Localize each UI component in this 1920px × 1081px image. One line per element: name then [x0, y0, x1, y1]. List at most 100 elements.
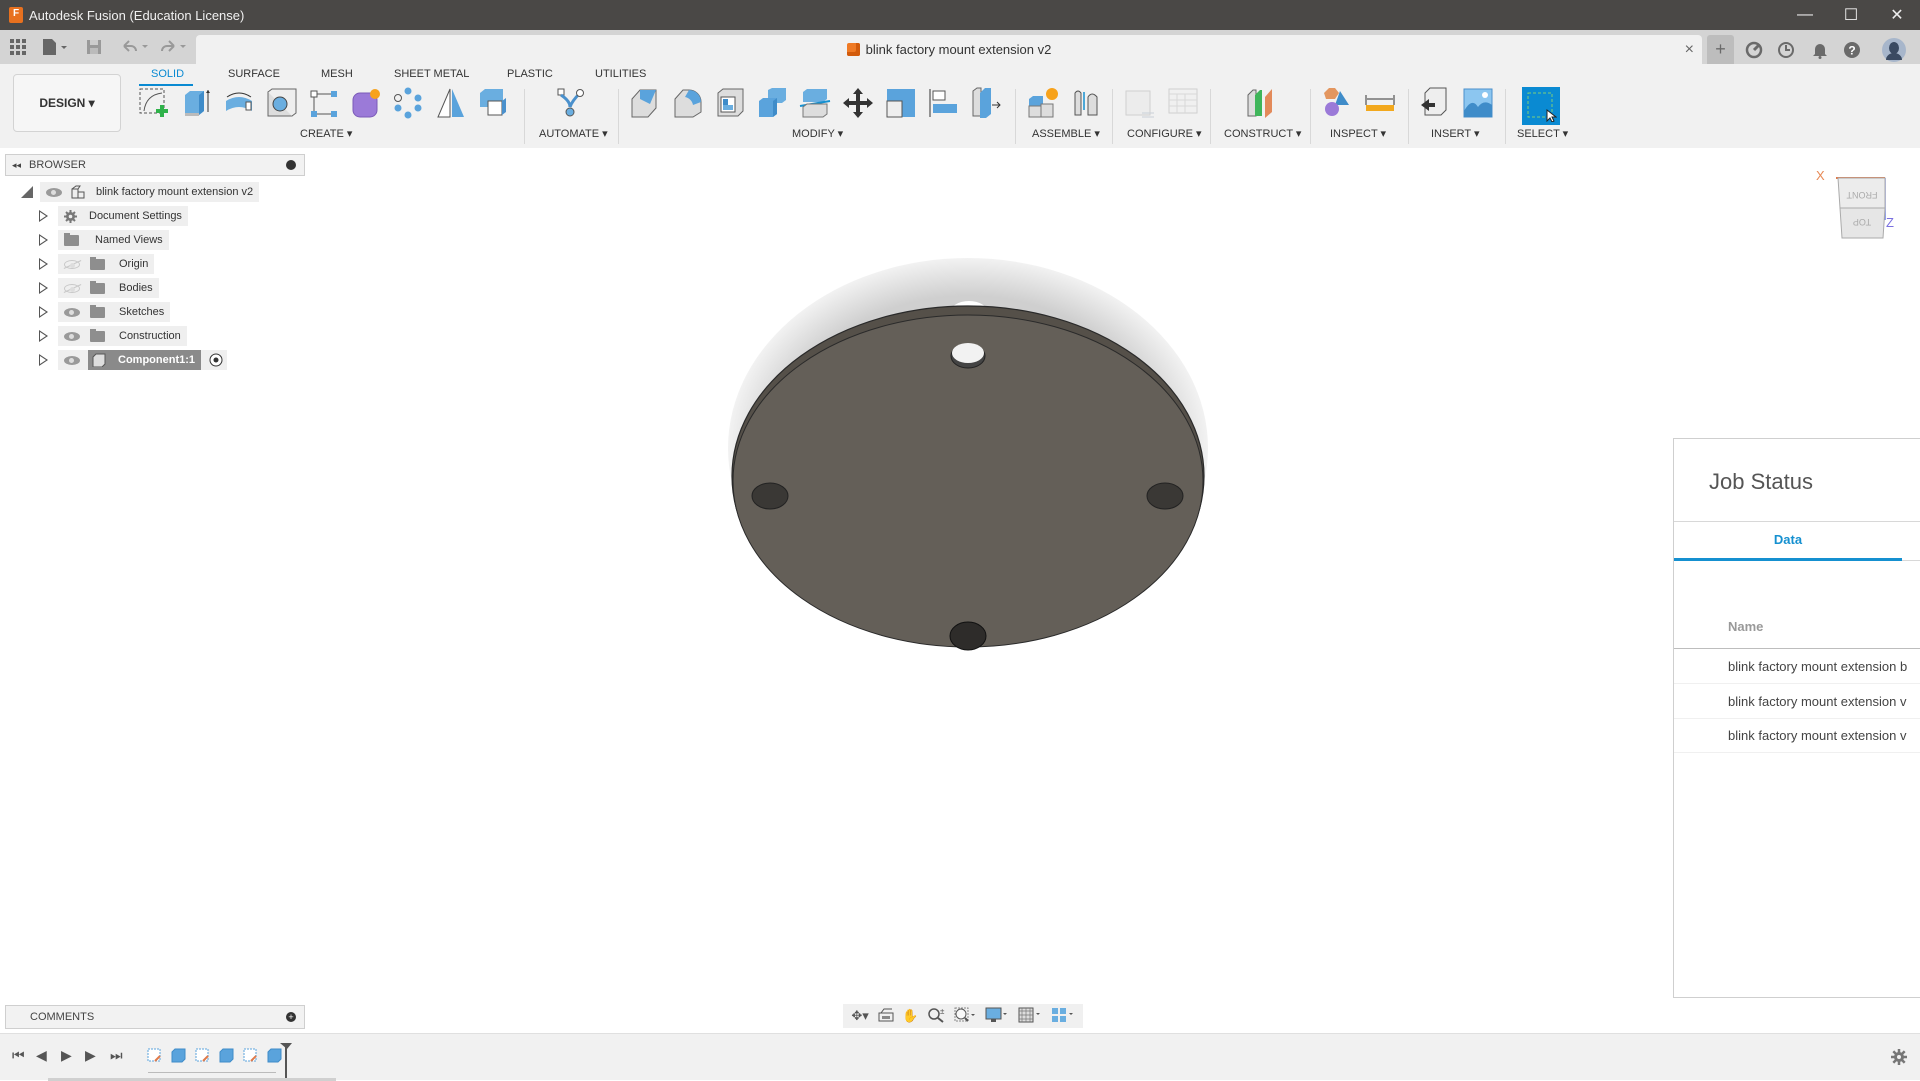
app-grid-icon[interactable] [10, 38, 26, 56]
new-component-icon[interactable] [1026, 86, 1060, 120]
expand-triangle-icon[interactable] [39, 210, 48, 222]
automate-group-label[interactable]: AUTOMATE ▾ [539, 127, 608, 140]
step-back-button[interactable]: ◀ [36, 1047, 47, 1064]
select-icon[interactable] [1522, 87, 1560, 125]
canvas-icon[interactable] [1461, 86, 1495, 120]
timeline-sketch-feature[interactable] [195, 1048, 210, 1063]
extrude-icon[interactable] [180, 86, 214, 120]
browser-item-construction[interactable]: Construction [39, 326, 187, 346]
timeline-sketch-feature[interactable] [243, 1048, 258, 1063]
visibility-icon[interactable] [64, 331, 80, 341]
create-sketch-icon[interactable] [137, 86, 171, 120]
hidden-visibility-icon[interactable] [64, 259, 80, 269]
timeline-marker[interactable] [280, 1043, 292, 1079]
expand-triangle-icon[interactable] [39, 282, 48, 294]
press-pull-icon[interactable] [628, 86, 662, 120]
extensions-icon[interactable] [1742, 35, 1766, 64]
view-cube[interactable]: FRONT TOP X Z [1816, 168, 1894, 245]
activate-radio-icon[interactable] [209, 353, 223, 367]
browser-item-sketches[interactable]: Sketches [39, 302, 171, 322]
tab-data[interactable]: Data [1674, 521, 1902, 561]
user-avatar[interactable] [1880, 35, 1908, 64]
tab-utilities[interactable]: UTILITIES [595, 68, 646, 80]
job-row[interactable]: blink factory mount extension v [1728, 728, 1920, 743]
job-row[interactable]: blink factory mount extension v [1728, 694, 1920, 709]
create-group-label[interactable]: CREATE ▾ [300, 127, 352, 140]
grid-icon[interactable] [1018, 1007, 1042, 1026]
play-button[interactable]: ▶ [61, 1047, 72, 1064]
expand-triangle-icon[interactable] [39, 306, 48, 318]
move-copy-icon[interactable] [841, 86, 875, 120]
physical-material-icon[interactable] [969, 86, 1003, 120]
timeline-extrude-feature[interactable] [219, 1048, 234, 1063]
job-row[interactable]: blink factory mount extension b [1728, 659, 1920, 674]
tab-plastic[interactable]: PLASTIC [507, 68, 553, 80]
expand-triangle-icon[interactable] [39, 234, 48, 246]
revolve-icon[interactable] [222, 86, 256, 120]
modify-group-label[interactable]: MODIFY ▾ [792, 127, 843, 140]
canvas-viewport[interactable] [0, 148, 1920, 1028]
joint-icon[interactable] [1069, 86, 1103, 120]
timeline-extrude-feature[interactable] [171, 1048, 186, 1063]
hidden-visibility-icon[interactable] [64, 283, 80, 293]
browser-item-component1[interactable]: Component1:1 [39, 350, 227, 370]
form-icon[interactable] [349, 86, 383, 120]
document-tab[interactable]: blink factory mount extension v2 × [196, 35, 1702, 64]
viewports-icon[interactable] [1051, 1007, 1075, 1026]
minimize-button[interactable]: — [1782, 0, 1828, 30]
tab-sheet-metal[interactable]: SHEET METAL [394, 68, 469, 80]
comments-panel-header[interactable]: COMMENTS + [5, 1005, 305, 1029]
insert-derive-icon[interactable] [1418, 86, 1452, 120]
display-settings-icon[interactable] [985, 1007, 1009, 1026]
rectangular-pattern-sketch-icon[interactable] [307, 86, 341, 120]
orbit-icon[interactable]: ✥▾ [851, 1008, 868, 1024]
browser-pin-icon[interactable] [286, 160, 296, 170]
pan-icon[interactable]: ✋ [902, 1008, 918, 1024]
job-status-icon[interactable] [1774, 35, 1798, 64]
mirror-icon[interactable] [434, 86, 468, 120]
visibility-icon[interactable] [64, 307, 80, 317]
visibility-icon[interactable] [46, 187, 62, 197]
configure-icon[interactable] [1123, 86, 1157, 120]
timeline-settings-gear-icon[interactable] [1891, 1049, 1907, 1065]
look-at-icon[interactable] [878, 1008, 894, 1025]
select-group-label[interactable]: SELECT ▾ [1517, 127, 1568, 140]
browser-item-document-settings[interactable]: Document Settings [39, 206, 188, 226]
align-icon[interactable] [926, 86, 960, 120]
close-window-button[interactable]: ✕ [1874, 0, 1920, 30]
undo-button[interactable] [120, 38, 148, 56]
tab-solid[interactable]: SOLID [151, 68, 184, 80]
hole-icon[interactable] [264, 86, 298, 120]
notifications-icon[interactable] [1808, 35, 1832, 64]
expand-triangle-icon[interactable] [39, 354, 48, 366]
tab-surface[interactable]: SURFACE [228, 68, 280, 80]
combine-bodies-icon[interactable] [756, 86, 790, 120]
configure-group-label[interactable]: CONFIGURE ▾ [1127, 127, 1202, 140]
fit-icon[interactable] [954, 1007, 976, 1026]
expanded-triangle-icon[interactable] [20, 185, 34, 199]
file-menu-button[interactable] [42, 38, 68, 56]
pattern-icon[interactable] [391, 86, 425, 120]
assemble-group-label[interactable]: ASSEMBLE ▾ [1032, 127, 1100, 140]
tab-mesh[interactable]: MESH [321, 68, 353, 80]
fillet-icon[interactable] [671, 86, 705, 120]
offset-face-icon[interactable] [798, 86, 832, 120]
new-tab-button[interactable]: + [1707, 35, 1734, 64]
shell-icon[interactable] [714, 86, 748, 120]
step-forward-button[interactable]: ▶ [85, 1047, 96, 1064]
configure-table-icon[interactable] [1166, 86, 1200, 120]
go-to-end-button[interactable]: ⏭ [110, 1047, 123, 1064]
expand-triangle-icon[interactable] [39, 258, 48, 270]
browser-root-item[interactable]: blink factory mount extension v2 [20, 182, 260, 202]
automate-icon[interactable] [553, 86, 587, 120]
browser-item-bodies[interactable]: Bodies [39, 278, 159, 298]
go-to-start-button[interactable]: ⏮ [12, 1047, 25, 1064]
offset-plane-icon[interactable] [1243, 86, 1277, 120]
maximize-button[interactable]: ☐ [1828, 0, 1874, 30]
redo-button[interactable] [160, 38, 188, 56]
interference-icon[interactable] [1319, 86, 1353, 120]
zoom-icon[interactable]: ± [927, 1007, 945, 1026]
column-header-name[interactable]: Name [1728, 619, 1763, 634]
combine-icon[interactable] [476, 86, 510, 120]
construct-group-label[interactable]: CONSTRUCT ▾ [1224, 127, 1301, 140]
